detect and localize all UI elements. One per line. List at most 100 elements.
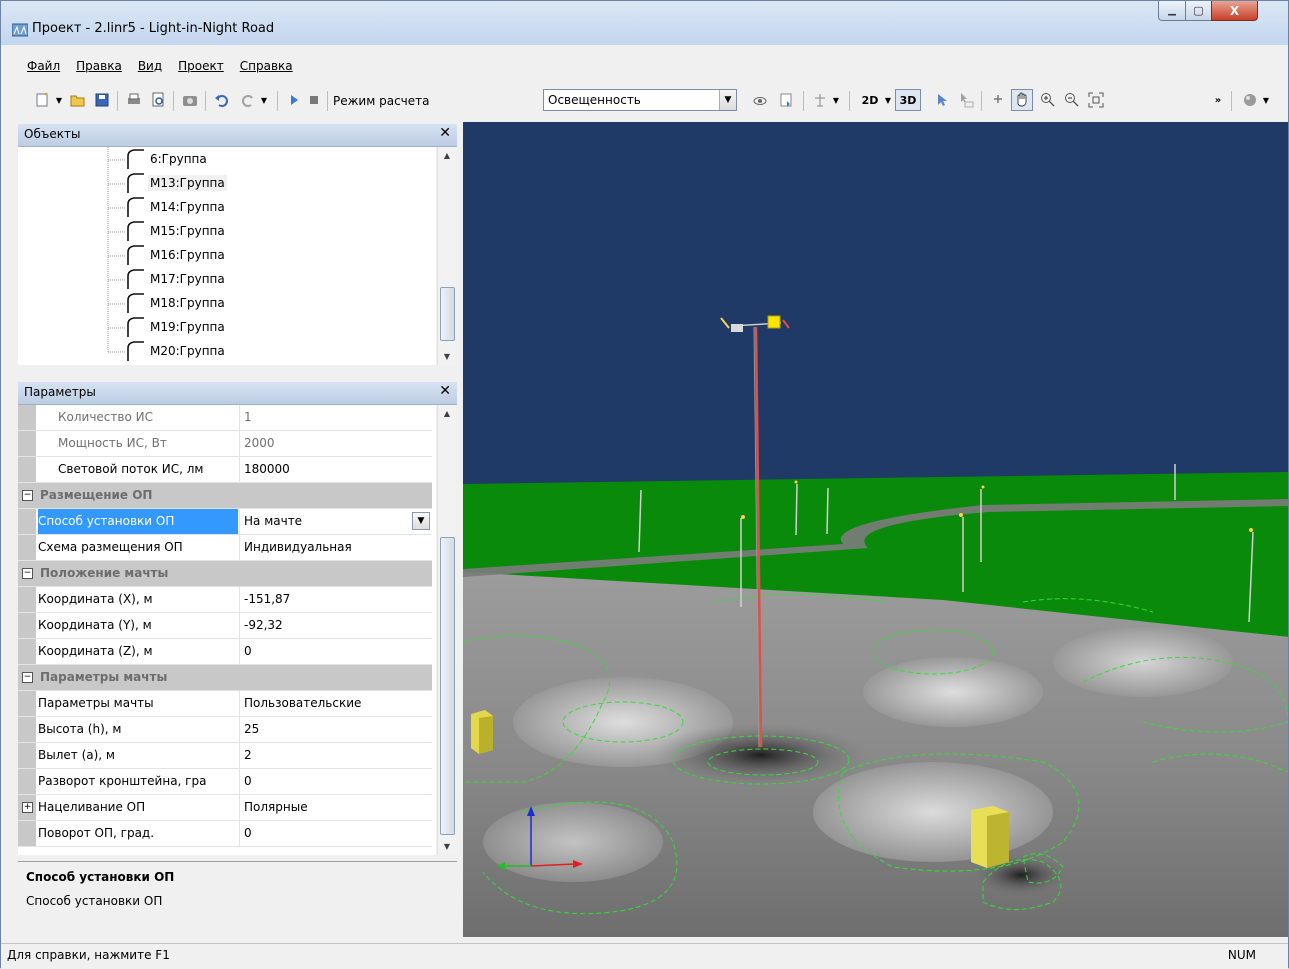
- view-2d-dropdown[interactable]: ▼: [883, 89, 893, 111]
- params-scrollbar[interactable]: ▲ ▼: [437, 405, 456, 855]
- document-button[interactable]: [775, 89, 797, 111]
- new-button[interactable]: [31, 89, 53, 111]
- new-dropdown[interactable]: ▼: [53, 89, 65, 111]
- luminaire-button[interactable]: [809, 89, 831, 111]
- prop-row[interactable]: Координата (Z), м0: [18, 639, 432, 665]
- prop-category[interactable]: − Положение мачты: [18, 561, 432, 587]
- close-button[interactable]: X: [1211, 1, 1258, 21]
- prop-row[interactable]: Параметры мачты Пользовательские: [18, 691, 432, 717]
- prop-name: Способ установки ОП: [38, 509, 238, 534]
- prop-row[interactable]: Координата (X), м -151,87: [18, 587, 432, 613]
- scroll-thumb[interactable]: [440, 537, 455, 835]
- tree-item-label: M18:Группа: [150, 296, 225, 310]
- undo-button[interactable]: [211, 89, 233, 111]
- close-icon[interactable]: ✕: [439, 383, 451, 399]
- tree-item[interactable]: 6:Группа: [124, 147, 209, 171]
- prop-row[interactable]: Координата (Y), м -92,32: [18, 613, 432, 639]
- prop-name: Схема размещения ОП: [38, 540, 183, 554]
- zoom-out-button[interactable]: [1061, 89, 1083, 111]
- objects-scrollbar[interactable]: ▲ ▼: [437, 147, 456, 365]
- tree-item[interactable]: M20:Группа: [124, 339, 227, 363]
- prop-row[interactable]: Высота (h), м 25: [18, 717, 432, 743]
- minimize-button[interactable]: ▁: [1158, 1, 1186, 21]
- stop-button[interactable]: [303, 89, 325, 111]
- category-name: Положение мачты: [40, 566, 169, 580]
- prop-value[interactable]: На мачте: [239, 509, 436, 534]
- view-3d-button[interactable]: 3D: [895, 89, 921, 111]
- select-button[interactable]: [931, 89, 953, 111]
- prop-name: Поворот ОП, град.: [38, 826, 155, 840]
- prop-value: 0: [239, 821, 436, 846]
- print-button[interactable]: [123, 89, 145, 111]
- tree-item[interactable]: M18:Группа: [124, 291, 227, 315]
- expand-icon[interactable]: +: [22, 802, 33, 813]
- collapse-icon[interactable]: −: [22, 672, 33, 683]
- property-grid: Количество ИС 1 Мощность ИС, Вт 2000 Свето…: [18, 405, 436, 855]
- pole-icon: [127, 245, 144, 265]
- maximize-icon: ▢: [1193, 4, 1204, 17]
- tree-item[interactable]: M16:Группа: [124, 243, 227, 267]
- pan-button[interactable]: [1011, 89, 1033, 111]
- view-button[interactable]: [749, 89, 771, 111]
- prop-category[interactable]: − Размещение ОП: [18, 483, 432, 509]
- document-icon: [780, 93, 792, 107]
- menu-view[interactable]: Вид: [130, 57, 170, 79]
- save-button[interactable]: [91, 89, 113, 111]
- chevron-down-icon[interactable]: ▼: [412, 512, 430, 530]
- pointer-button[interactable]: [987, 89, 1009, 111]
- prop-row[interactable]: Световой поток ИС, лм 180000: [18, 457, 432, 483]
- luminaire-dropdown[interactable]: ▼: [831, 89, 841, 111]
- prop-category[interactable]: − Параметры мачты: [18, 665, 432, 691]
- calc-mode-select[interactable]: Освещенность ▼: [543, 89, 737, 111]
- tree-item[interactable]: M17:Группа: [124, 267, 227, 291]
- scroll-thumb[interactable]: [440, 287, 455, 341]
- print-preview-button[interactable]: [147, 89, 169, 111]
- redo-dropdown[interactable]: ▼: [259, 89, 269, 111]
- prop-row[interactable]: + Нацеливание ОП Полярные: [18, 795, 432, 821]
- tree-item[interactable]: M14:Группа: [124, 195, 227, 219]
- zoom-fit-button[interactable]: [1085, 89, 1107, 111]
- prop-row[interactable]: Схема размещения ОП Индивидуальная: [18, 535, 432, 561]
- prop-row[interactable]: Разворот кронштейна, гра 0: [18, 769, 432, 795]
- menu-file[interactable]: Файл: [19, 57, 68, 79]
- prop-value: Пользовательские: [239, 691, 436, 716]
- close-icon[interactable]: ✕: [439, 125, 451, 141]
- render-dropdown[interactable]: ▼: [1261, 89, 1271, 111]
- prop-name: Нацеливание ОП: [38, 800, 146, 814]
- open-button[interactable]: [67, 89, 89, 111]
- prop-value: 2: [239, 743, 436, 768]
- scroll-down-icon[interactable]: ▼: [438, 348, 456, 365]
- zoom-in-button[interactable]: [1037, 89, 1059, 111]
- prop-row[interactable]: Количество ИС 1: [18, 405, 432, 431]
- menu-help[interactable]: Справка: [232, 57, 301, 79]
- menu-project[interactable]: Проект: [170, 57, 232, 79]
- scroll-down-icon[interactable]: ▼: [438, 838, 456, 855]
- prop-row[interactable]: Поворот ОП, град. 0: [18, 821, 432, 847]
- prop-row[interactable]: Вылет (a), м2: [18, 743, 432, 769]
- view-2d-button[interactable]: 2D: [857, 89, 883, 111]
- tree-item[interactable]: M15:Группа: [124, 219, 227, 243]
- close-icon: X: [1229, 3, 1240, 18]
- scroll-up-icon[interactable]: ▲: [438, 147, 456, 164]
- 3d-viewport[interactable]: [463, 122, 1288, 937]
- title-bar[interactable]: Проект - 2.linr5 - Light-in-Night Road ▁…: [1, 1, 1288, 45]
- redo-button[interactable]: [237, 89, 259, 111]
- run-button[interactable]: [283, 89, 305, 111]
- render-button[interactable]: [1239, 89, 1261, 111]
- prop-row[interactable]: Мощность ИС, Вт 2000: [18, 431, 432, 457]
- sky: [463, 122, 1288, 487]
- toolbar-overflow[interactable]: »: [1211, 89, 1225, 111]
- scroll-up-icon[interactable]: ▲: [438, 405, 456, 422]
- tree-item[interactable]: M13:Группа: [124, 171, 227, 195]
- collapse-icon[interactable]: −: [22, 568, 33, 579]
- prop-row[interactable]: Способ установки ОП На мачте ▼: [18, 509, 432, 535]
- collapse-icon[interactable]: −: [22, 490, 33, 501]
- maximize-button[interactable]: ▢: [1185, 1, 1212, 21]
- tree-item[interactable]: M19:Группа: [124, 315, 227, 339]
- select-xyz-button[interactable]: [955, 89, 977, 111]
- app-icon: [12, 23, 28, 37]
- camera-button[interactable]: [179, 89, 201, 111]
- chevron-down-icon[interactable]: ▼: [719, 90, 736, 110]
- menu-edit[interactable]: Правка: [68, 57, 130, 79]
- redo-icon: [242, 95, 253, 107]
